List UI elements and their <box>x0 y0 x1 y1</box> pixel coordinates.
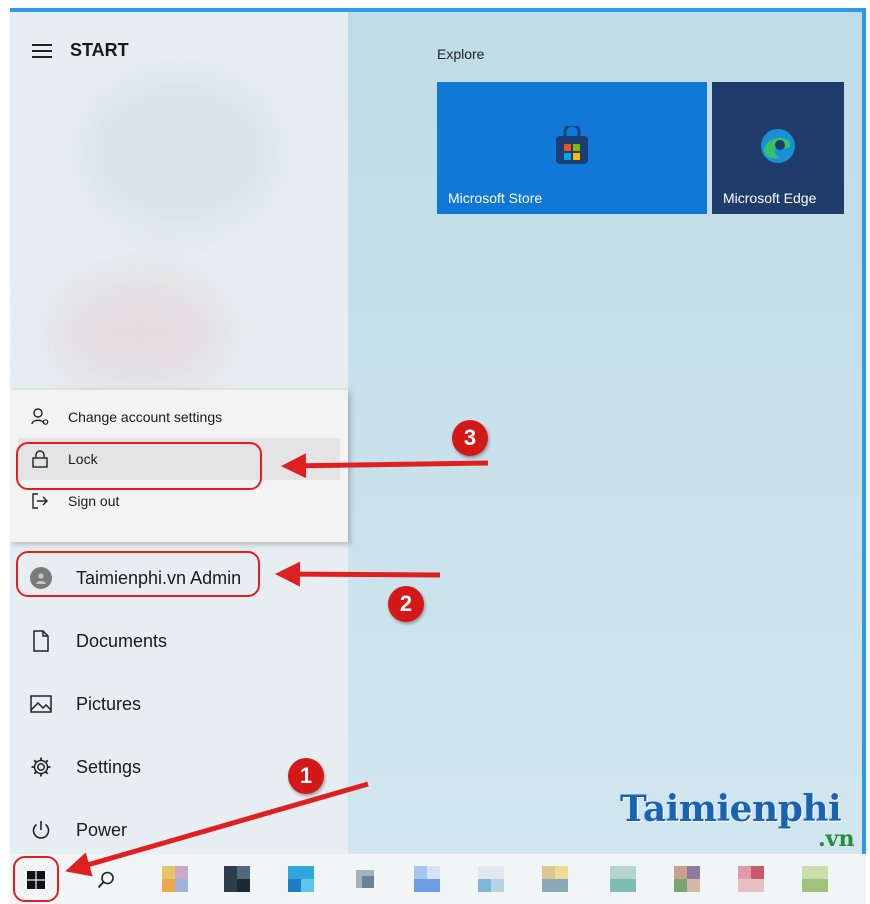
watermark-tld: .vn <box>818 826 855 852</box>
taskbar-app-icon[interactable] <box>474 862 508 896</box>
lock-highlight-outline <box>16 442 262 490</box>
start-title: START <box>70 40 129 60</box>
step-badge-2: 2 <box>388 586 424 622</box>
taskbar-app-icon[interactable] <box>348 862 382 896</box>
nav-item-power[interactable]: Power <box>20 806 340 854</box>
tile-label: Microsoft Store <box>448 190 543 206</box>
microsoft-store-icon <box>556 126 588 164</box>
step-badge-3: 3 <box>452 420 488 456</box>
nav-item-label: Documents <box>76 630 168 651</box>
user-highlight-outline <box>16 551 260 597</box>
taskbar-app-icon[interactable] <box>410 862 444 896</box>
sign-out-icon <box>30 491 50 511</box>
tile-label: Microsoft Edge <box>723 190 817 206</box>
search-icon <box>97 871 114 889</box>
taskbar-app-icon[interactable] <box>220 862 254 896</box>
account-settings-icon <box>30 407 50 427</box>
start-button-highlight-outline <box>13 856 59 902</box>
taskbar-app-icon[interactable] <box>538 862 572 896</box>
taskbar-app-icon[interactable] <box>606 862 640 896</box>
nav-item-label: Pictures <box>76 693 142 714</box>
nav-item-documents[interactable]: Documents <box>20 617 340 665</box>
blurred-app-list <box>50 272 230 392</box>
start-menu: START Explore Microsoft Store Microsoft … <box>10 8 866 854</box>
tile-microsoft-edge[interactable]: Microsoft Edge <box>712 82 844 214</box>
nav-item-pictures[interactable]: Pictures <box>20 680 340 728</box>
search-button[interactable] <box>88 862 124 898</box>
change-account-settings-item[interactable]: Change account settings <box>18 396 340 438</box>
taskbar-app-icon[interactable] <box>158 862 192 896</box>
taskbar-app-icon[interactable] <box>670 862 704 896</box>
power-icon <box>30 819 52 841</box>
step-badge-1: 1 <box>288 758 324 794</box>
gear-icon <box>30 756 52 778</box>
hamburger-menu-icon[interactable] <box>32 43 52 58</box>
taimienphi-watermark: Taimienphi .vn <box>620 788 854 852</box>
popup-item-label: Change account settings <box>68 409 223 425</box>
microsoft-edge-icon <box>761 129 795 163</box>
taskbar-app-icon[interactable] <box>284 862 318 896</box>
nav-item-label: Power <box>76 819 128 840</box>
blurred-app-list <box>80 72 280 232</box>
watermark-text: Taimienphi <box>620 788 842 830</box>
document-icon <box>30 630 52 652</box>
nav-item-label: Settings <box>76 756 142 777</box>
pictures-icon <box>30 693 52 715</box>
taskbar-app-icon[interactable] <box>734 862 768 896</box>
taskbar-app-icon[interactable] <box>798 862 832 896</box>
start-header: START <box>32 40 129 61</box>
taskbar <box>10 854 866 904</box>
popup-item-label: Sign out <box>68 493 120 509</box>
explore-group-label: Explore <box>437 46 485 62</box>
tile-microsoft-store[interactable]: Microsoft Store <box>437 82 707 214</box>
